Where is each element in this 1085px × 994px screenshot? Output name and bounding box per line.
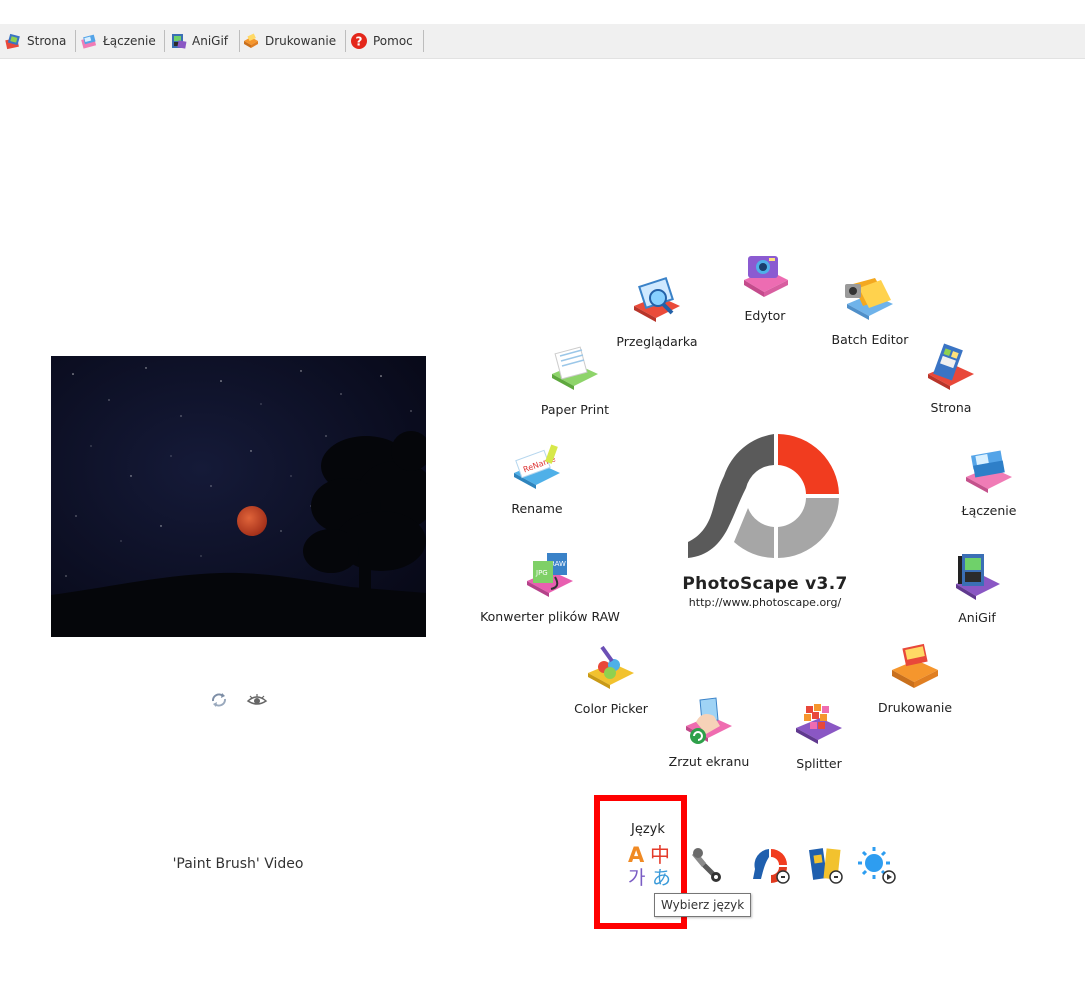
- app-color-picker[interactable]: Color Picker: [573, 643, 649, 716]
- svg-text:JPG: JPG: [535, 569, 548, 577]
- tab-label: Łączenie: [103, 34, 156, 48]
- rotate-icon[interactable]: [208, 691, 230, 709]
- app-strona[interactable]: Strona: [920, 342, 982, 415]
- video-caption[interactable]: 'Paint Brush' Video: [150, 856, 326, 872]
- app-paper-print[interactable]: Paper Print: [539, 344, 611, 417]
- language-tooltip: Wybierz język: [654, 893, 752, 917]
- moon: [237, 506, 267, 536]
- app-splitter[interactable]: Splitter: [789, 698, 849, 771]
- tab-label: Drukowanie: [265, 34, 337, 48]
- tab-anigif[interactable]: AniGif: [169, 30, 240, 52]
- app-edytor[interactable]: Edytor: [735, 250, 795, 323]
- editor-icon: [744, 256, 788, 297]
- app-label: Konwerter plików RAW: [480, 609, 620, 624]
- app-label: Rename: [511, 501, 563, 516]
- screen-capture-icon: [686, 697, 732, 744]
- tab-pomoc[interactable]: ? Pomoc: [350, 30, 424, 52]
- splitter-icon: [796, 704, 842, 744]
- view-icon[interactable]: [246, 691, 268, 709]
- strona-icon: [5, 33, 20, 50]
- anigif-app-icon: [956, 554, 1000, 600]
- tab-label: AniGif: [192, 34, 229, 48]
- tab-laczenie[interactable]: Łączenie: [80, 30, 165, 52]
- app-drukowanie[interactable]: Drukowanie: [878, 642, 952, 715]
- app-label: Zrzut ekranu: [668, 754, 750, 769]
- photo-preview[interactable]: [51, 356, 426, 637]
- app-label: Łączenie: [961, 503, 1017, 518]
- rename-icon: ReName: [514, 444, 560, 489]
- app-label: AniGif: [958, 610, 996, 625]
- app-konwerter-raw[interactable]: RAW JPG Konwerter plików RAW: [478, 551, 622, 624]
- app-batch-editor[interactable]: Batch Editor: [832, 274, 908, 347]
- svg-text:?: ?: [356, 35, 363, 49]
- anigif-icon: [172, 34, 187, 49]
- tree-silhouette: [301, 431, 426, 637]
- app-label: Drukowanie: [877, 700, 953, 715]
- app-label: Batch Editor: [831, 332, 909, 347]
- print-icon: [892, 643, 938, 688]
- app-label: Przeglądarka: [616, 334, 698, 349]
- app-title: PhotoScape v3.7: [682, 574, 848, 594]
- app-anigif[interactable]: AniGif: [946, 552, 1008, 625]
- photoscape-icon[interactable]: [805, 845, 845, 885]
- paper-print-icon: [552, 346, 598, 390]
- app-website-link[interactable]: http://www.photoscape.org/: [640, 596, 890, 609]
- app-label: Paper Print: [540, 402, 610, 417]
- raw-converter-icon: RAW JPG: [527, 553, 573, 597]
- app-label: Splitter: [796, 756, 842, 771]
- tools-icon[interactable]: [688, 845, 728, 885]
- tab-bar: Strona Łączenie AniGif Drukowanie ? Pomo…: [0, 24, 1085, 59]
- page-icon: [928, 343, 974, 390]
- help-icon: ?: [351, 33, 367, 49]
- sun-icon[interactable]: [857, 845, 897, 885]
- viewer-icon: [634, 276, 680, 322]
- app-label: Color Picker: [574, 701, 648, 716]
- color-picker-icon: [588, 645, 634, 689]
- tab-strona[interactable]: Strona: [4, 30, 76, 52]
- batch-editor-icon: [845, 278, 893, 320]
- drukowanie-icon: [244, 33, 258, 48]
- tab-drukowanie[interactable]: Drukowanie: [242, 30, 346, 52]
- laczenie-icon: [81, 34, 97, 49]
- app-label: Edytor: [744, 308, 786, 323]
- app-laczenie[interactable]: Łączenie: [958, 445, 1020, 518]
- combine-icon: [966, 450, 1012, 493]
- app-rename[interactable]: ReName Rename: [506, 443, 568, 516]
- tab-label: Pomoc: [373, 34, 413, 48]
- preview-controls: [208, 691, 268, 709]
- app-zrzut-ekranu[interactable]: Zrzut ekranu: [667, 696, 751, 769]
- app-przegladarka[interactable]: Przeglądarka: [616, 276, 698, 349]
- photoscape-x-icon[interactable]: [751, 845, 791, 885]
- tab-label: Strona: [27, 34, 67, 48]
- photoscape-logo: [688, 434, 839, 558]
- app-label: Strona: [930, 400, 972, 415]
